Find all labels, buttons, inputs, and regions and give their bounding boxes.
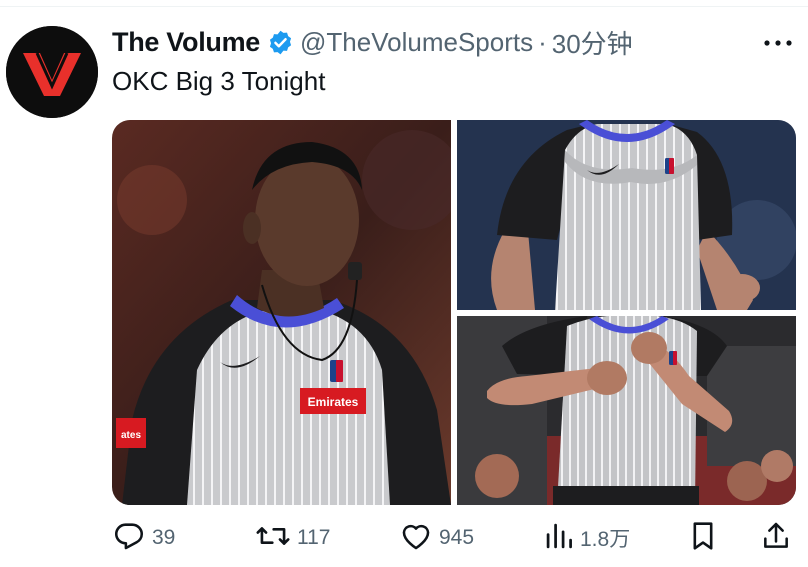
retweet-button[interactable]: 117 [255, 518, 330, 558]
like-count: 945 [439, 526, 475, 549]
author-handle[interactable]: @TheVolumeSports [300, 27, 533, 58]
views-button[interactable]: 1.8万 [544, 518, 630, 558]
share-icon [760, 519, 792, 558]
like-button[interactable]: 945 [399, 518, 474, 558]
views-count: 1.8万 [580, 528, 631, 551]
sleeve-patch: ates [121, 430, 141, 441]
avatar[interactable] [6, 26, 98, 118]
heart-icon [399, 519, 433, 558]
reply-button[interactable]: 39 [112, 518, 175, 558]
top-divider [0, 6, 808, 7]
post-time[interactable]: 30分钟 [552, 24, 633, 61]
retweet-count: 117 [297, 526, 331, 549]
author-name[interactable]: The Volume [112, 27, 260, 58]
referee-photo-3[interactable] [457, 316, 796, 505]
views-icon [544, 519, 574, 558]
retweet-icon [255, 519, 291, 558]
reply-icon [112, 519, 146, 558]
tweet-header: The Volume @TheVolumeSports · 30分钟 [112, 22, 633, 62]
sponsor-patch: Emirates [308, 395, 359, 409]
header-separator: · [538, 26, 547, 57]
avatar-logo-icon [6, 26, 98, 118]
tweet-actions: 39 117 945 1.8万 [112, 518, 802, 558]
share-button[interactable] [760, 518, 792, 558]
bookmark-icon [688, 519, 718, 558]
tweet-text: OKC Big 3 Tonight [112, 66, 326, 96]
media-grid: Emirates ates [112, 120, 796, 505]
referee-photo-2[interactable] [457, 120, 796, 310]
more-icon[interactable] [758, 26, 798, 60]
referee-photo-1[interactable]: Emirates ates [112, 120, 451, 505]
verified-badge-icon [267, 29, 294, 56]
bookmark-button[interactable] [688, 518, 718, 558]
reply-count: 39 [152, 526, 176, 549]
